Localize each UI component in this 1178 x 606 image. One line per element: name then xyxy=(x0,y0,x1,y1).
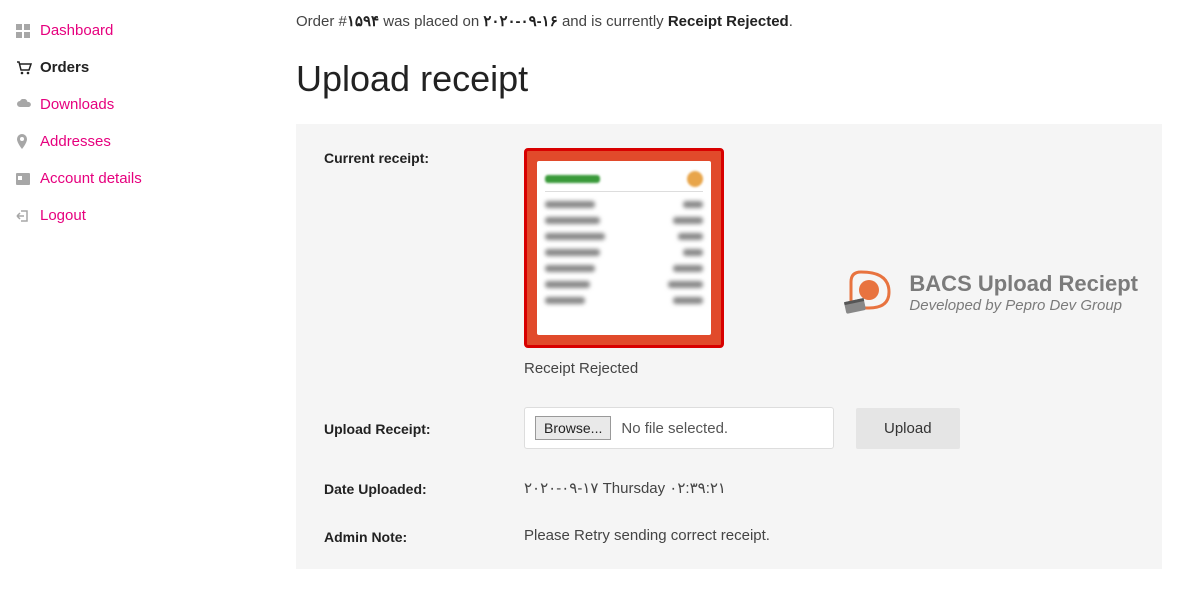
upload-panel: Current receipt: xyxy=(296,124,1162,569)
dashboard-icon xyxy=(16,24,40,38)
sidebar-item-downloads[interactable]: Downloads xyxy=(16,86,276,123)
sidebar-item-label: Dashboard xyxy=(40,22,113,39)
brand-icon xyxy=(841,268,899,316)
upload-receipt-label: Upload Receipt: xyxy=(324,419,524,437)
order-status-line: Order #۱۵۹۴ was placed on ۲۰۲۰-۰۹-۱۶ and… xyxy=(296,12,1162,30)
browse-button[interactable]: Browse... xyxy=(535,416,611,440)
receipt-image[interactable] xyxy=(524,148,724,348)
brand-subtitle: Developed by Pepro Dev Group xyxy=(909,297,1138,314)
sidebar-item-label: Account details xyxy=(40,170,142,187)
sidebar: Dashboard Orders Downloads Addresses Acc… xyxy=(16,12,296,569)
sidebar-item-dashboard[interactable]: Dashboard xyxy=(16,12,276,49)
sidebar-item-label: Logout xyxy=(40,207,86,224)
main-content: Order #۱۵۹۴ was placed on ۲۰۲۰-۰۹-۱۶ and… xyxy=(296,12,1162,569)
receipt-status-text: Receipt Rejected xyxy=(524,360,1134,377)
brand-watermark: BACS Upload Reciept Developed by Pepro D… xyxy=(841,268,1138,316)
receipt-paper xyxy=(537,161,711,335)
upload-receipt-row: Upload Receipt: Browse... No file select… xyxy=(324,407,1134,449)
pin-icon xyxy=(16,134,40,150)
sidebar-item-orders[interactable]: Orders xyxy=(16,49,276,86)
cloud-download-icon xyxy=(16,99,40,111)
file-selected-text: No file selected. xyxy=(621,420,728,437)
date-uploaded-value: ۲۰۲۰-۰۹-۱۷ Thursday ۰۲:۳۹:۲۱ xyxy=(524,479,1134,497)
current-receipt-row: Current receipt: xyxy=(324,148,1134,377)
current-receipt-label: Current receipt: xyxy=(324,148,524,166)
sidebar-item-account[interactable]: Account details xyxy=(16,160,276,197)
order-number: ۱۵۹۴ xyxy=(347,13,379,30)
admin-note-value: Please Retry sending correct receipt. xyxy=(524,527,1134,544)
order-date: ۲۰۲۰-۰۹-۱۶ xyxy=(483,13,557,30)
admin-note-row: Admin Note: Please Retry sending correct… xyxy=(324,527,1134,545)
sidebar-item-logout[interactable]: Logout xyxy=(16,197,276,234)
admin-note-label: Admin Note: xyxy=(324,527,524,545)
logout-icon xyxy=(16,209,40,223)
file-input[interactable]: Browse... No file selected. xyxy=(524,407,834,449)
cart-icon xyxy=(16,61,40,75)
order-status: Receipt Rejected xyxy=(668,13,789,30)
sidebar-item-label: Addresses xyxy=(40,133,111,150)
date-uploaded-label: Date Uploaded: xyxy=(324,479,524,497)
date-uploaded-row: Date Uploaded: ۲۰۲۰-۰۹-۱۷ Thursday ۰۲:۳۹… xyxy=(324,479,1134,497)
sidebar-item-label: Orders xyxy=(40,59,89,76)
sidebar-item-label: Downloads xyxy=(40,96,114,113)
brand-title: BACS Upload Reciept xyxy=(909,271,1138,297)
sidebar-item-addresses[interactable]: Addresses xyxy=(16,123,276,160)
page-title: Upload receipt xyxy=(296,58,1162,100)
upload-button[interactable]: Upload xyxy=(856,408,960,449)
card-icon xyxy=(16,173,40,185)
